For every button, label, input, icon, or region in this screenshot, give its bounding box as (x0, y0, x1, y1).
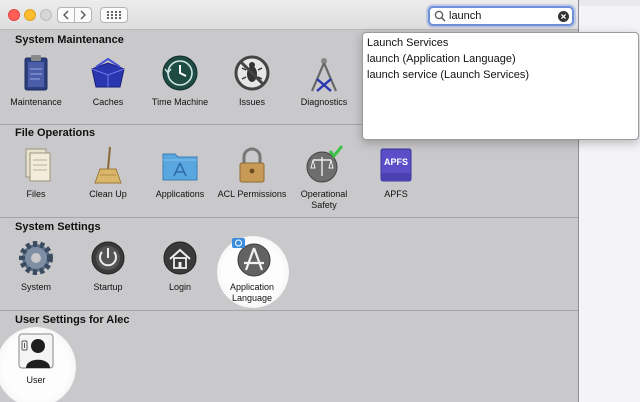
tile-label: ACL Permissions (217, 189, 287, 199)
section-system-settings: System Settings System Startup Login App… (0, 217, 578, 310)
power-icon (91, 241, 125, 275)
minimize-window-button[interactable] (24, 9, 36, 21)
suggestion-item[interactable]: Launch Services (363, 35, 638, 51)
tile-apfs[interactable]: APFS APFS (361, 145, 431, 200)
tile-label: System (20, 282, 51, 292)
applications-folder-icon (162, 153, 198, 181)
tile-label: Caches (92, 97, 124, 107)
tile-maintenance[interactable]: Maintenance (1, 53, 71, 108)
svg-text:APFS: APFS (384, 157, 408, 167)
clipboard-icon (24, 55, 48, 91)
tile-clean-up[interactable]: Clean Up (73, 145, 143, 200)
show-all-button[interactable] (100, 7, 128, 23)
tile-label: Clean Up (89, 189, 127, 199)
files-icon (25, 148, 51, 182)
search-field[interactable] (428, 6, 574, 26)
tile-caches[interactable]: Caches (73, 53, 143, 108)
tile-label: Operational Safety (300, 189, 348, 210)
tile-user[interactable]: User (1, 331, 71, 386)
apfs-drive-icon: APFS (380, 148, 412, 182)
scales-check-icon (306, 145, 344, 183)
app-store-language-icon (232, 238, 271, 277)
tile-label: User (26, 375, 46, 385)
user-silhouette-icon (18, 333, 54, 369)
tile-diagnostics[interactable]: Diagnostics (289, 53, 359, 108)
tile-login[interactable]: Login (145, 238, 215, 293)
tile-label: Files (26, 189, 46, 199)
issues-no-bug-icon (234, 55, 270, 91)
section-title: File Operations (15, 127, 96, 139)
tile-label: Application Language (229, 282, 275, 303)
tile-system[interactable]: System (1, 238, 71, 293)
tile-label: Applications (155, 189, 205, 199)
tile-label: Startup (93, 282, 123, 292)
close-window-button[interactable] (8, 9, 20, 21)
tile-label: Issues (238, 97, 265, 107)
section-title: System Settings (15, 221, 101, 233)
forward-button[interactable] (74, 7, 92, 23)
tile-label: Diagnostics (300, 97, 348, 107)
suggestion-item[interactable]: launch service (Launch Services) (363, 67, 638, 83)
tile-files[interactable]: Files (1, 145, 71, 200)
tile-startup[interactable]: Startup (73, 238, 143, 293)
section-title: System Maintenance (15, 34, 124, 46)
grid-icon (107, 11, 121, 19)
search-suggestions-dropdown: Launch Services launch (Application Lang… (362, 32, 639, 140)
padlock-icon (239, 147, 265, 183)
suggestion-item[interactable]: launch (Application Language) (363, 51, 638, 67)
chevron-left-icon (63, 10, 69, 20)
zoom-window-button[interactable] (40, 9, 52, 21)
time-machine-icon (162, 55, 198, 91)
tile-issues[interactable]: Issues (217, 53, 287, 108)
diagnostics-caliper-icon (310, 58, 338, 92)
tile-label: Maintenance (10, 97, 62, 107)
tile-label: APFS (384, 189, 408, 199)
tile-label: Login (168, 282, 192, 292)
tile-operational-safety[interactable]: Operational Safety (289, 145, 359, 211)
tile-time-machine[interactable]: Time Machine (145, 53, 215, 108)
tile-applications[interactable]: Applications (145, 145, 215, 200)
caches-box-icon (91, 57, 125, 88)
tile-acl-permissions[interactable]: ACL Permissions (217, 145, 287, 200)
home-icon (163, 241, 197, 275)
back-button[interactable] (57, 7, 75, 23)
search-icon (434, 10, 446, 22)
broom-icon (94, 146, 122, 184)
clear-search-icon[interactable] (558, 11, 569, 22)
chevron-right-icon (80, 10, 86, 20)
search-input[interactable] (449, 10, 557, 22)
title-bar (0, 0, 578, 30)
gear-icon (19, 241, 53, 275)
tile-application-language[interactable]: Application Language (217, 238, 287, 304)
section-user-settings: User Settings for Alec User (0, 310, 578, 402)
section-title: User Settings for Alec (15, 314, 130, 326)
tile-label: Time Machine (151, 97, 209, 107)
